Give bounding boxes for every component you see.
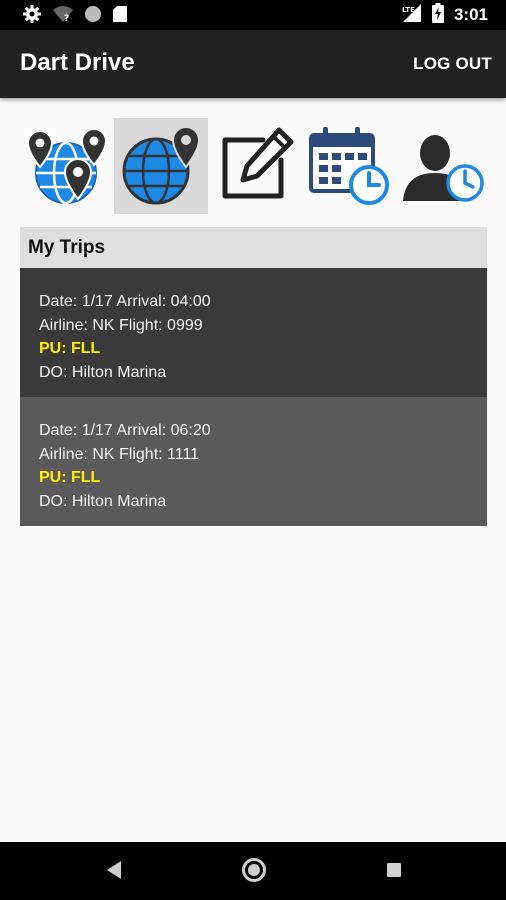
globe-pin-icon: [122, 125, 201, 205]
nav-tile-map-pins[interactable]: [20, 118, 114, 214]
edit-icon: [222, 127, 294, 199]
settings-icon: [22, 4, 42, 29]
nav-icon-row: [20, 118, 487, 214]
trip-airline: Airline: NK Flight: 0999: [39, 316, 203, 334]
logout-button[interactable]: LOG OUT: [413, 54, 492, 74]
trip-item[interactable]: Date: 1/17 Arrival: 06:20 Airline: NK Fl…: [20, 397, 487, 526]
trip-date: Date: 1/17 Arrival: 06:20: [39, 422, 211, 439]
app-title: Dart Drive: [20, 49, 135, 76]
trip-dropoff: DO: Hilton Marina: [39, 492, 167, 510]
wifi-question-icon: ?: [52, 5, 74, 28]
trip-pickup: PU: FLL: [39, 340, 101, 357]
network-label: LTE: [402, 6, 415, 14]
trips-header: My Trips: [20, 227, 487, 268]
app-bar: Dart Drive LOG OUT: [0, 30, 506, 98]
map-pins-globe-icon: [26, 127, 108, 205]
nav-tile-user-clock[interactable]: [396, 118, 490, 214]
trip-pickup: PU: FLL: [39, 469, 101, 486]
status-bar: ? LTE 3:01: [0, 0, 506, 30]
sd-card-icon: [112, 5, 128, 28]
recents-icon[interactable]: [385, 861, 403, 884]
trips-list: My Trips Date: 1/17 Arrival: 04:00 Airli…: [20, 227, 487, 526]
calendar-clock-icon: [309, 127, 389, 205]
back-icon[interactable]: [104, 858, 124, 887]
trip-dropoff: DO: Hilton Marina: [39, 363, 167, 381]
nav-tile-globe-pin[interactable]: [114, 118, 208, 214]
svg-text:?: ?: [64, 14, 69, 23]
trip-item[interactable]: Date: 1/17 Arrival: 04:00 Airline: NK Fl…: [20, 268, 487, 397]
battery-charging-icon: [431, 2, 444, 28]
nav-tile-calendar[interactable]: [302, 118, 396, 214]
signal-icon: LTE: [400, 3, 422, 28]
status-time: 3:01: [453, 5, 488, 24]
trip-airline: Airline: NK Flight: 1111: [39, 445, 200, 463]
user-clock-icon: [403, 135, 484, 202]
home-icon[interactable]: [241, 857, 267, 888]
trip-date: Date: 1/17 Arrival: 04:00: [39, 293, 211, 310]
nav-tile-edit[interactable]: [208, 118, 302, 214]
circle-icon: [84, 5, 102, 28]
system-nav-bar: [0, 842, 506, 900]
